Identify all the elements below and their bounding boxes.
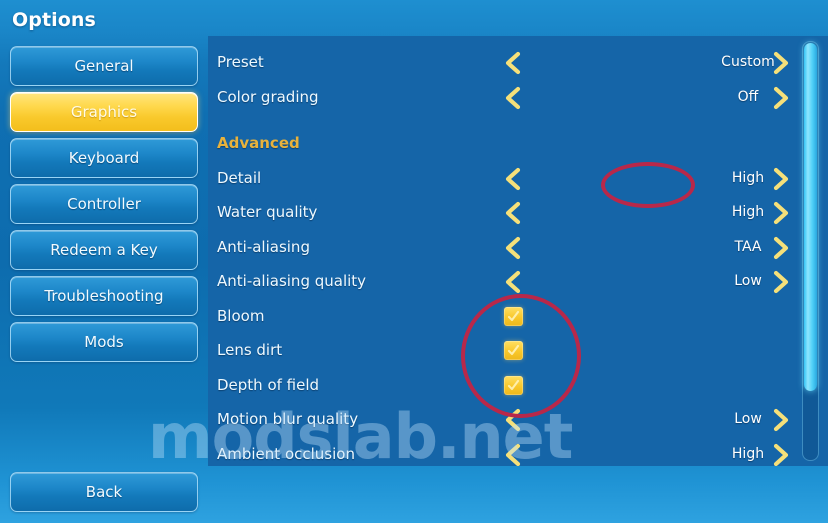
scrollbar-thumb[interactable] <box>804 43 817 391</box>
sidebar-item-controller[interactable]: Controller <box>10 184 198 224</box>
option-row-anti-aliasing[interactable]: Anti-aliasing TAA <box>208 231 828 265</box>
option-value: Off <box>737 88 759 105</box>
option-label: Preset <box>217 53 264 71</box>
sidebar-item-troubleshooting[interactable]: Troubleshooting <box>10 276 198 316</box>
sidebar-item-general[interactable]: General <box>10 46 198 86</box>
header-bar: Options <box>0 0 828 40</box>
chevron-right-icon[interactable] <box>768 236 794 260</box>
option-value: TAA <box>734 238 762 255</box>
chevron-left-icon[interactable] <box>500 86 526 110</box>
sidebar-item-label: Troubleshooting <box>44 287 164 305</box>
section-heading: Advanced <box>217 134 300 152</box>
sidebar-item-label: Keyboard <box>68 149 140 167</box>
sidebar-item-label: General <box>74 57 134 75</box>
sidebar-item-label: Mods <box>84 333 124 351</box>
option-row-lens-dirt[interactable]: Lens dirt <box>208 334 828 368</box>
sidebar-item-label: Graphics <box>70 103 138 121</box>
option-row-bloom[interactable]: Bloom <box>208 300 828 334</box>
option-label: Motion blur quality <box>217 410 359 428</box>
option-value: High <box>731 204 765 220</box>
chevron-right-icon[interactable] <box>768 86 794 110</box>
option-value: Custom <box>721 54 775 70</box>
option-label: Water quality <box>217 203 318 221</box>
chevron-left-icon[interactable] <box>500 201 526 225</box>
option-label: Lens dirt <box>217 341 283 359</box>
chevron-left-icon[interactable] <box>500 167 526 191</box>
option-row-advanced: Advanced <box>208 127 828 161</box>
option-row-anti-aliasing-quality[interactable]: Anti-aliasing quality Low <box>208 265 828 299</box>
option-row-color-grading[interactable]: Color grading Off <box>208 81 828 115</box>
option-row-motion-blur-quality[interactable]: Motion blur quality Low <box>208 403 828 437</box>
option-row-depth-of-field[interactable]: Depth of field <box>208 369 828 403</box>
option-value: Low <box>734 273 762 289</box>
sidebar: General Graphics Keyboard Controller Redeem … <box>0 40 208 523</box>
sidebar-item-label: Controller <box>67 195 141 213</box>
chevron-right-icon[interactable] <box>768 408 794 432</box>
option-row-preset[interactable]: Preset Custom <box>208 46 828 80</box>
back-button[interactable]: Back <box>10 472 198 512</box>
chevron-right-icon[interactable] <box>768 201 794 225</box>
chevron-right-icon[interactable] <box>768 167 794 191</box>
sidebar-item-mods[interactable]: Mods <box>10 322 198 362</box>
option-row-water-quality[interactable]: Water quality High <box>208 196 828 230</box>
option-value: High <box>731 445 765 462</box>
options-screen: Options General Graphics Keyboard Controlle… <box>0 0 828 523</box>
chevron-left-icon[interactable] <box>500 408 526 432</box>
option-label: Ambient occlusion <box>217 444 355 463</box>
options-panel: Preset Custom Color grading Off Advanced Deta… <box>208 36 828 466</box>
option-value: High <box>731 169 765 186</box>
chevron-right-icon[interactable] <box>768 443 794 467</box>
page-title: Options <box>12 9 96 31</box>
sidebar-item-graphics[interactable]: Graphics <box>10 92 198 132</box>
chevron-right-icon[interactable] <box>768 270 794 294</box>
options-scrollbar[interactable] <box>802 41 819 461</box>
sidebar-item-label: Redeem a Key <box>50 241 158 259</box>
chevron-left-icon[interactable] <box>500 443 526 467</box>
option-label: Detail <box>217 168 262 187</box>
option-label: Anti-aliasing <box>217 237 310 256</box>
option-label: Depth of field <box>217 375 320 394</box>
option-label: Anti-aliasing quality <box>217 272 367 290</box>
chevron-left-icon[interactable] <box>500 270 526 294</box>
option-row-ambient-occlusion[interactable]: Ambient occlusion High <box>208 438 828 467</box>
back-button-label: Back <box>85 483 123 501</box>
chevron-left-icon[interactable] <box>500 236 526 260</box>
option-label: Color grading <box>217 87 319 106</box>
sidebar-item-redeem-a-key[interactable]: Redeem a Key <box>10 230 198 270</box>
chevron-right-icon[interactable] <box>768 51 794 75</box>
checkbox-bloom[interactable] <box>504 306 523 326</box>
sidebar-item-keyboard[interactable]: Keyboard <box>10 138 198 178</box>
checkbox-depth-of-field[interactable] <box>504 375 523 395</box>
option-label: Bloom <box>217 306 265 325</box>
option-row-detail[interactable]: Detail High <box>208 162 828 196</box>
chevron-left-icon[interactable] <box>500 51 526 75</box>
option-value: Low <box>734 411 762 427</box>
checkbox-lens-dirt[interactable] <box>504 341 523 360</box>
